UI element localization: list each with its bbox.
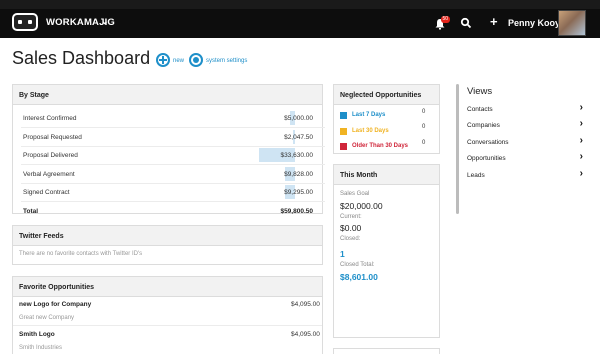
neglected-label: Last 30 Days	[352, 128, 389, 134]
stage-row[interactable]: Verbal Agreement $9,828.00	[23, 165, 313, 183]
chevron-right-icon: ›	[579, 168, 583, 179]
sales-goal-value: $20,000.00	[340, 201, 383, 211]
neglected-label: Older Than 30 Days	[352, 143, 409, 149]
closed-count[interactable]: 1	[340, 249, 345, 259]
closed-total-label: Closed Total:	[340, 262, 375, 268]
workamajig-logo-icon[interactable]	[12, 13, 38, 31]
stage-value: $2,047.50	[284, 133, 313, 141]
favorite-opportunities-panel: Favorite Opportunities new Logo for Comp…	[12, 276, 323, 354]
stage-row[interactable]: Proposal Delivered $33,630.00	[23, 146, 313, 164]
by-stage-panel: By Stage Interest Confirmed $5,000.00 Prop…	[12, 84, 325, 215]
total-label: Total	[23, 208, 39, 215]
stage-value: $9,828.00	[284, 170, 313, 178]
stage-label: Verbal Agreement	[23, 170, 75, 178]
view-item-label: Opportunities	[467, 155, 506, 162]
notification-badge: 50	[441, 16, 450, 23]
stage-label: Proposal Requested	[23, 133, 82, 141]
system-settings-link[interactable]: system settings	[206, 58, 247, 64]
new-button-icon[interactable]	[156, 53, 170, 67]
settings-gear-icon[interactable]	[189, 53, 203, 67]
avatar[interactable]	[558, 10, 586, 36]
row-divider	[13, 325, 322, 326]
current-value: $0.00	[340, 223, 362, 233]
opportunity-name[interactable]: new Logo for Company	[19, 301, 91, 308]
current-label: Current:	[340, 214, 362, 220]
favorite-opportunities-title: Favorite Opportunities	[13, 277, 322, 297]
logo-eye-left	[18, 20, 22, 24]
neglected-count: 0	[422, 124, 426, 130]
top-strip	[0, 0, 600, 9]
twitter-feeds-panel: Twitter Feeds There are no favorite cont…	[12, 225, 323, 265]
chevron-right-icon: ›	[579, 118, 583, 129]
view-item-label: Contacts	[467, 106, 493, 113]
color-swatch	[340, 112, 347, 119]
sales-goal-label: Sales Goal	[340, 191, 370, 197]
view-item-label: Leads	[467, 172, 485, 179]
chevron-right-icon: ›	[579, 102, 583, 113]
view-item-companies[interactable]: Companies ›	[467, 118, 583, 134]
user-name[interactable]: Penny Kooy	[508, 18, 560, 28]
stage-row[interactable]: Signed Contract $9,295.00	[23, 183, 313, 201]
opportunity-value: $4,095.00	[291, 331, 320, 338]
neglected-opportunities-panel: Neglected Opportunities Last 7 Days 0 La…	[333, 84, 440, 154]
page-title: Sales Dashboard	[12, 48, 151, 68]
next-panel	[333, 348, 440, 354]
stage-value: $5,000.00	[284, 115, 313, 122]
stage-label: Proposal Delivered	[23, 152, 78, 160]
closed-total-value[interactable]: $8,601.00	[340, 272, 378, 282]
opportunity-company: Smith Industries	[19, 345, 63, 351]
top-navigation-bar: WORKAMAJIG ⌄ 50 + Penny Kooy	[0, 0, 600, 38]
view-item-label: Conversations	[467, 139, 509, 146]
stage-label: Signed Contract	[23, 189, 70, 197]
neglected-count: 0	[422, 140, 426, 146]
opportunity-name[interactable]: Smith Logo	[19, 331, 55, 338]
twitter-feeds-title: Twitter Feeds	[13, 226, 322, 246]
by-stage-title: By Stage	[13, 85, 322, 105]
stage-row[interactable]: Interest Confirmed $5,000.00	[23, 109, 313, 127]
new-link[interactable]: new	[173, 58, 184, 64]
total-value: $59,800.50	[280, 208, 313, 215]
chevron-right-icon: ›	[579, 151, 583, 162]
neglected-label: Last 7 Days	[352, 112, 386, 118]
stage-value: $9,295.00	[284, 189, 313, 197]
chevron-down-icon[interactable]: ⌄	[101, 16, 109, 27]
view-item-opportunities[interactable]: Opportunities ›	[467, 151, 583, 167]
search-icon[interactable]	[460, 17, 472, 29]
color-swatch	[340, 143, 347, 150]
view-item-conversations[interactable]: Conversations ›	[467, 135, 583, 151]
opportunity-company: Great new Company	[19, 315, 75, 321]
closed-label: Closed:	[340, 236, 361, 242]
chevron-right-icon: ›	[579, 135, 583, 146]
views-title: Views	[467, 86, 493, 97]
view-item-contacts[interactable]: Contacts ›	[467, 102, 583, 118]
add-icon[interactable]: +	[490, 14, 498, 29]
stage-value: $33,630.00	[280, 152, 313, 160]
view-item-leads[interactable]: Leads ›	[467, 168, 583, 184]
neglected-count: 0	[422, 109, 426, 115]
this-month-title: This Month	[334, 165, 439, 185]
stage-row[interactable]: Proposal Requested $2,047.50	[23, 128, 313, 146]
twitter-empty-text: There are no favorite contacts with Twit…	[19, 251, 143, 257]
logo-eye-right	[28, 20, 32, 24]
opportunity-value: $4,095.00	[291, 301, 320, 308]
this-month-panel: This Month Sales Goal $20,000.00 Current…	[333, 164, 440, 338]
neglected-opportunities-title: Neglected Opportunities	[334, 85, 439, 105]
view-item-label: Companies	[467, 122, 500, 129]
color-swatch	[340, 128, 347, 135]
stage-label: Interest Confirmed	[23, 115, 77, 122]
stage-total-row: Total $59,800.50	[23, 202, 313, 220]
scrollbar[interactable]	[456, 84, 459, 214]
